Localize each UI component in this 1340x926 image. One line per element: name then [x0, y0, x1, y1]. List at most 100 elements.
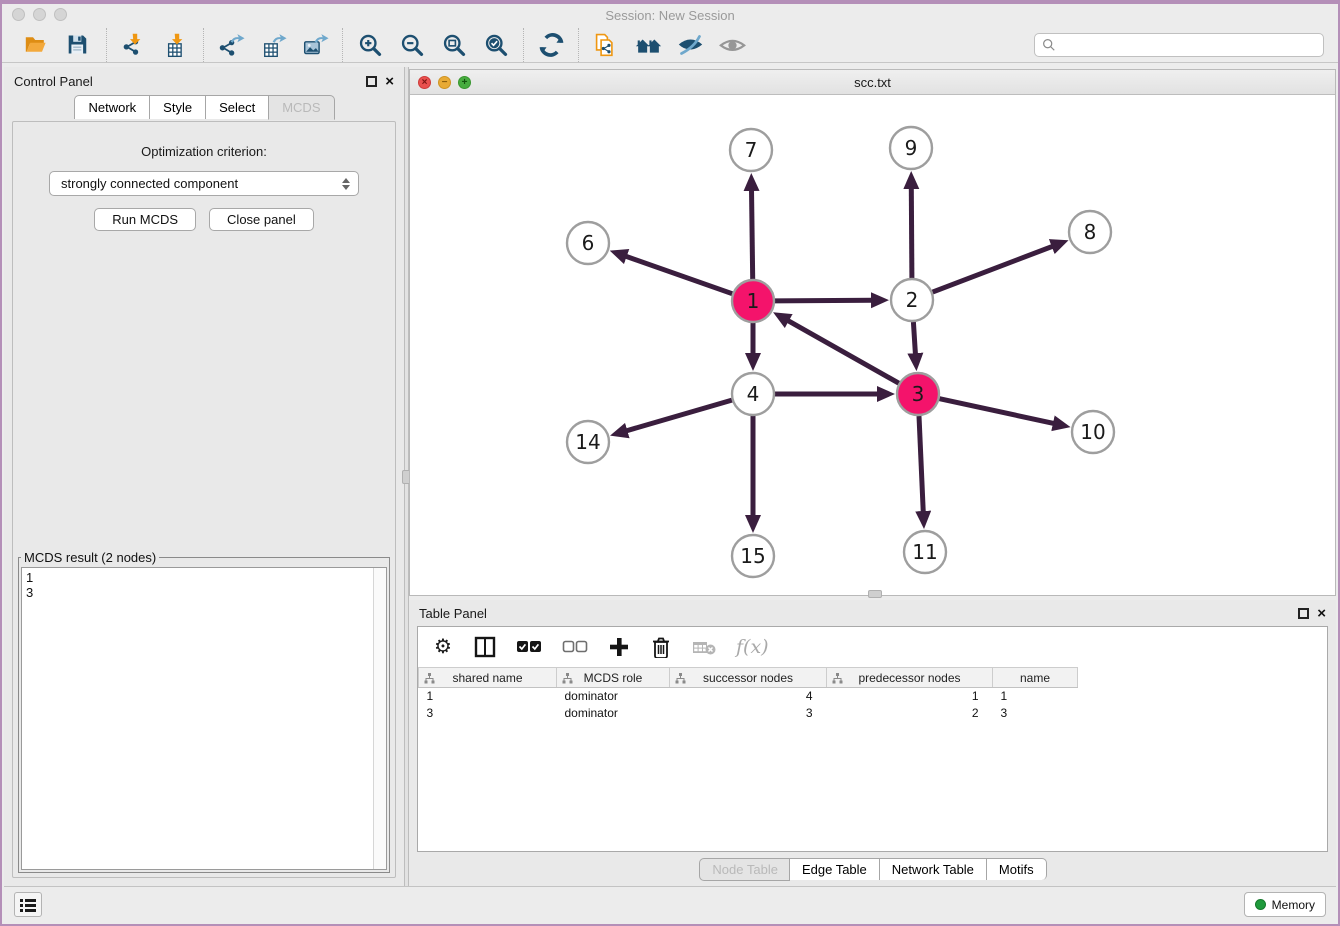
search-icon — [1042, 38, 1056, 52]
mcds-result-group: MCDS result (2 nodes) 1 3 — [18, 550, 390, 873]
node-3[interactable]: 3 — [897, 373, 939, 415]
import-network-icon[interactable] — [117, 30, 151, 60]
tab-network[interactable]: Network — [74, 95, 150, 119]
export-network-icon[interactable] — [214, 30, 248, 60]
select-all-button[interactable] — [516, 635, 542, 659]
export-image-icon[interactable] — [298, 30, 332, 60]
tab-select[interactable]: Select — [205, 95, 269, 119]
column-header-predecessor-nodes[interactable]: predecessor nodes — [827, 668, 993, 688]
mcds-scrollbar[interactable] — [373, 568, 386, 869]
import-table-icon[interactable] — [159, 30, 193, 60]
tab-network-table[interactable]: Network Table — [879, 858, 987, 880]
columns-button[interactable] — [474, 635, 496, 659]
search-input[interactable] — [1061, 37, 1316, 52]
refresh-layout-icon[interactable] — [534, 30, 568, 60]
column-header-shared-name[interactable]: shared name — [419, 668, 557, 688]
memory-label: Memory — [1272, 898, 1315, 912]
node-4[interactable]: 4 — [732, 373, 774, 415]
gear-button[interactable]: ⚙ — [432, 635, 454, 659]
mcds-result-legend: MCDS result (2 nodes) — [21, 550, 159, 565]
tab-mcds[interactable]: MCDS — [268, 95, 334, 120]
column-header-name[interactable]: name — [993, 668, 1078, 688]
svg-text:10: 10 — [1080, 420, 1105, 444]
edge-2-9[interactable] — [911, 187, 912, 278]
edge-1-7[interactable] — [752, 189, 753, 279]
save-session-icon[interactable] — [62, 30, 96, 60]
close-window-button[interactable] — [12, 8, 25, 21]
network-window-titlebar[interactable]: × − + scc.txt — [410, 70, 1335, 95]
control-panel-tabs: NetworkStyleSelectMCDS — [4, 95, 404, 119]
node-table[interactable]: shared nameMCDS rolesuccessor nodesprede… — [418, 667, 1078, 722]
svg-text:14: 14 — [575, 430, 600, 454]
delete-table-button — [692, 635, 716, 659]
show-all-icon[interactable] — [715, 30, 749, 60]
edge-3-1[interactable] — [787, 320, 899, 383]
close-panel-icon[interactable]: × — [385, 76, 394, 87]
table-row[interactable]: 1dominator411 — [419, 688, 1078, 705]
edge-4-14[interactable] — [625, 400, 732, 431]
svg-text:2: 2 — [906, 288, 919, 312]
node-15[interactable]: 15 — [732, 535, 774, 577]
node-10[interactable]: 10 — [1072, 411, 1114, 453]
search-box[interactable] — [1034, 33, 1324, 57]
combo-arrows-icon — [342, 178, 350, 190]
minimize-window-button[interactable] — [33, 8, 46, 21]
criterion-select[interactable]: strongly connected component — [49, 171, 359, 196]
edge-2-8[interactable] — [933, 246, 1054, 292]
window-title: Session: New Session — [605, 8, 734, 23]
zoom-selected-icon[interactable] — [479, 30, 513, 60]
zoom-fit-icon[interactable] — [437, 30, 471, 60]
maximize-window-button[interactable] — [54, 8, 67, 21]
edge-2-3[interactable] — [913, 322, 915, 355]
zoom-in-icon[interactable] — [353, 30, 387, 60]
network-maximize-icon[interactable]: + — [458, 76, 471, 89]
node-8[interactable]: 8 — [1069, 211, 1111, 253]
run-mcds-button[interactable]: Run MCDS — [94, 208, 196, 231]
column-header-successor-nodes[interactable]: successor nodes — [670, 668, 827, 688]
first-neighbors-icon[interactable] — [631, 30, 665, 60]
status-bar: Memory — [4, 886, 1336, 922]
main-toolbar — [2, 27, 1338, 63]
hide-selected-icon[interactable] — [673, 30, 707, 60]
float-table-panel-icon[interactable] — [1298, 608, 1309, 619]
node-11[interactable]: 11 — [904, 531, 946, 573]
export-table-icon[interactable] — [256, 30, 290, 60]
edge-1-6[interactable] — [625, 256, 732, 294]
node-9[interactable]: 9 — [890, 127, 932, 169]
node-7[interactable]: 7 — [730, 129, 772, 171]
table-row[interactable]: 3dominator323 — [419, 705, 1078, 722]
node-14[interactable]: 14 — [567, 421, 609, 463]
column-header-MCDS-role[interactable]: MCDS role — [557, 668, 670, 688]
deselect-all-button[interactable] — [562, 635, 588, 659]
titlebar: Session: New Session — [2, 4, 1338, 27]
optimization-criterion-label: Optimization criterion: — [13, 144, 395, 159]
tab-node-table[interactable]: Node Table — [699, 858, 790, 881]
node-2[interactable]: 2 — [891, 279, 933, 321]
edge-1-2[interactable] — [775, 300, 873, 301]
close-table-panel-icon[interactable]: × — [1317, 608, 1326, 619]
node-6[interactable]: 6 — [567, 222, 609, 264]
svg-text:9: 9 — [905, 136, 918, 160]
network-canvas[interactable]: 7 9 6 8 1 2 4 3 14 10 15 11 — [410, 95, 1335, 595]
network-minimize-icon[interactable]: − — [438, 76, 451, 89]
svg-text:15: 15 — [740, 544, 765, 568]
clone-network-icon[interactable] — [589, 30, 623, 60]
zoom-out-icon[interactable] — [395, 30, 429, 60]
float-panel-icon[interactable] — [366, 76, 377, 87]
panel-menu-button[interactable] — [14, 892, 42, 917]
edge-3-11[interactable] — [919, 416, 923, 513]
open-session-icon[interactable] — [20, 30, 54, 60]
svg-text:7: 7 — [745, 138, 758, 162]
add-button[interactable] — [608, 635, 630, 659]
tab-style[interactable]: Style — [149, 95, 206, 119]
close-panel-button[interactable]: Close panel — [209, 208, 314, 231]
network-graph[interactable]: 7 9 6 8 1 2 4 3 14 10 15 11 — [410, 95, 1335, 595]
delete-button[interactable] — [650, 635, 672, 659]
edge-3-10[interactable] — [940, 399, 1055, 424]
horizontal-splitter-grip[interactable] — [868, 590, 882, 598]
memory-button[interactable]: Memory — [1244, 892, 1326, 917]
tab-edge-table[interactable]: Edge Table — [789, 858, 880, 880]
tab-motifs[interactable]: Motifs — [986, 858, 1047, 880]
network-close-icon[interactable]: × — [418, 76, 431, 89]
node-1[interactable]: 1 — [732, 280, 774, 322]
